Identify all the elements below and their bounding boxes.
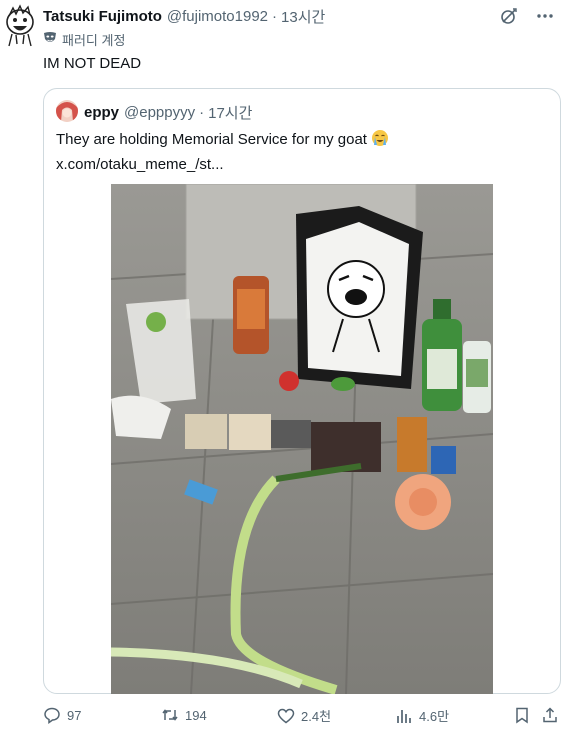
- like-count: 2.4천: [301, 709, 332, 724]
- views-count: 4.6만: [419, 709, 450, 724]
- quote-author-avatar[interactable]: [56, 100, 78, 122]
- quote-separator: ·: [199, 104, 205, 121]
- parody-label-text: 패러디 계정: [62, 33, 126, 48]
- tweet-top-actions: [499, 6, 555, 26]
- author-avatar[interactable]: [4, 4, 36, 48]
- views-button[interactable]: 4.6만: [395, 706, 449, 725]
- tweet-time[interactable]: 13시간: [281, 6, 325, 27]
- reply-count: 97: [67, 707, 82, 723]
- share-icon: [541, 706, 559, 724]
- quote-text: They are holding Memorial Service for my…: [56, 131, 367, 148]
- quote-handle[interactable]: @epppyyy: [124, 104, 195, 121]
- repost-button[interactable]: 194: [161, 706, 207, 724]
- author-handle[interactable]: @fujimoto1992: [167, 8, 268, 25]
- more-icon[interactable]: [535, 6, 555, 26]
- repost-icon: [161, 706, 179, 724]
- quote-link[interactable]: x.com/otaku_meme_/st...: [56, 154, 389, 176]
- quote-time[interactable]: 17시간: [208, 102, 252, 123]
- memorial-photo[interactable]: [111, 184, 493, 694]
- separator: ·: [272, 8, 278, 25]
- tweet-text: IM NOT DEAD: [43, 55, 142, 72]
- action-bar: 97 194 2.4천 4.6만: [43, 706, 561, 728]
- reply-icon: [43, 706, 61, 724]
- quoted-tweet[interactable]: eppy @epppyyy · 17시간 They are holding Me…: [43, 88, 561, 694]
- share-button[interactable]: [541, 706, 559, 724]
- quote-text-block: They are holding Memorial Service for my…: [56, 129, 389, 176]
- quote-header: eppy @epppyyy · 17시간: [84, 102, 252, 123]
- repost-count: 194: [185, 707, 207, 723]
- like-icon: [277, 707, 295, 725]
- reply-button[interactable]: 97: [43, 706, 81, 724]
- tweet[interactable]: Tatsuki Fujimoto @fujimoto1992 · 13시간 패러…: [0, 0, 569, 740]
- crying-emoji-icon: [371, 129, 389, 154]
- like-button[interactable]: 2.4천: [277, 706, 331, 725]
- parody-label: 패러디 계정: [43, 30, 125, 49]
- grok-icon[interactable]: [499, 6, 519, 26]
- author-display-name[interactable]: Tatsuki Fujimoto: [43, 8, 162, 25]
- parody-mask-icon: [43, 31, 57, 48]
- bookmark-button[interactable]: [513, 706, 531, 724]
- bookmark-icon: [513, 706, 531, 724]
- author-header: Tatsuki Fujimoto @fujimoto1992 · 13시간: [43, 6, 325, 27]
- views-icon: [395, 707, 413, 725]
- quote-display-name[interactable]: eppy: [84, 104, 119, 121]
